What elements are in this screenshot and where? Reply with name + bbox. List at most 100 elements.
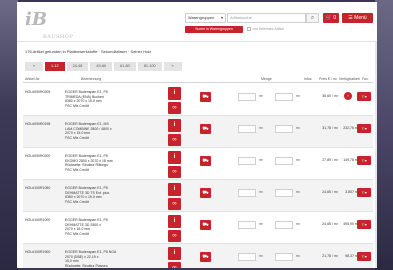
add-to-cart-button[interactable]: ⛟ [200, 92, 211, 102]
table-row: HOL#090R0205 EGGER Bodenspan E1, P5 TRIM… [23, 84, 373, 116]
quantity-input[interactable] [238, 189, 256, 197]
price: 27,89 / m² [322, 158, 338, 162]
info-icon: i [173, 154, 176, 160]
add-to-cart-button[interactable]: ⛟ [200, 220, 211, 230]
area-unit: m² [296, 126, 301, 130]
article-number[interactable]: HOL#090R0198 [25, 122, 63, 126]
info-button[interactable]: i [168, 183, 181, 196]
bookmark-icon: ⚐▾ [361, 190, 367, 195]
available-only-checkbox[interactable]: nur lieferbare Artikel [247, 26, 307, 33]
link-button[interactable]: ∞ [168, 102, 181, 114]
link-button[interactable]: ∞ [168, 262, 181, 268]
description-line: EGGER Bodenspan E1, P5 DEHMATTE 3D 2800 … [65, 218, 108, 227]
results-info: 176 Artikel gefunden in Plattenwerkstoff… [25, 49, 152, 54]
favorite-button[interactable]: ⚐▾ [357, 156, 371, 165]
info-icon: i [173, 186, 176, 192]
quantity-input[interactable] [238, 93, 256, 101]
pager-page-4[interactable]: 61-80 [114, 62, 136, 71]
article-number[interactable]: HOL#100R1050 [25, 186, 63, 190]
add-to-cart-button[interactable]: ⛟ [200, 124, 211, 134]
info-button[interactable]: i [168, 247, 181, 260]
quantity-unit: m² [259, 254, 264, 258]
add-to-cart-button[interactable]: ⛟ [200, 156, 211, 166]
header: iB BAUSHOP Warengruppen ▾ Artikelsuche ⌕… [17, 2, 377, 42]
menu-button[interactable]: ☰ Menü [342, 13, 373, 23]
add-to-cart-button[interactable]: ⛟ [200, 188, 211, 198]
info-icon: i [173, 90, 176, 96]
description-line: EGGER Bodenspan E1, P5 EKOMO 2800 x 2070… [65, 154, 113, 163]
chevron-down-icon: ▾ [220, 15, 223, 20]
table-header: Artikel-Nr. Bezeichnung Menge Infos Prei… [23, 76, 373, 83]
header-quantity: Menge [261, 77, 272, 81]
add-to-cart-button[interactable]: ⛟ [200, 252, 211, 262]
area-input[interactable] [275, 157, 293, 165]
article-number[interactable]: HOL#090R0205 [25, 90, 63, 94]
cart-button[interactable]: 🛒 0 [323, 13, 339, 23]
favorite-button[interactable]: ⚐▾ [357, 220, 371, 229]
quantity-input[interactable] [238, 125, 256, 133]
shop-page: iB BAUSHOP Warengruppen ▾ Artikelsuche ⌕… [17, 2, 377, 268]
link-button[interactable]: ∞ [168, 166, 181, 178]
area-input[interactable] [275, 189, 293, 197]
area-input[interactable] [275, 253, 293, 261]
area-input[interactable] [275, 93, 293, 101]
info-button[interactable]: i [168, 151, 181, 164]
search-category-select[interactable]: Warengruppen ▾ [185, 13, 226, 23]
price: 31,78 / m² [322, 126, 338, 130]
info-button[interactable]: i [168, 87, 181, 100]
price: 36,60 / m² [322, 94, 338, 98]
quantity-unit: m² [259, 126, 264, 130]
bookmark-icon: ⚐▾ [361, 158, 367, 163]
favorite-button[interactable]: ⚐▾ [357, 252, 371, 261]
link-button[interactable]: ∞ [168, 230, 181, 242]
link-icon: ∞ [172, 169, 177, 175]
description-line: FSC Mix Credit [65, 135, 89, 140]
price: 21,78 / m² [322, 254, 338, 258]
link-icon: ∞ [172, 233, 177, 239]
quantity-input[interactable] [238, 221, 256, 229]
area-input[interactable] [275, 221, 293, 229]
cart-icon: ⛟ [202, 126, 209, 132]
pager-page-2[interactable]: 24-48 [66, 62, 89, 71]
table-row: HOL#100R1900 EGGER Bodenspan E1, P5 NGA … [23, 244, 373, 268]
info-icon: i [173, 218, 176, 224]
bookmark-icon: ⚐▾ [361, 254, 367, 259]
header-price: Preis € / m² [319, 77, 337, 81]
article-number[interactable]: HOL#100R1900 [25, 250, 63, 254]
checkbox-label: nur lieferbare Artikel [253, 27, 285, 31]
area-input[interactable] [275, 125, 293, 133]
header-article: Artikel-Nr. [25, 77, 41, 81]
pager-page-3[interactable]: 49-60 [90, 62, 113, 71]
quantity-input[interactable] [238, 253, 256, 261]
search-button[interactable]: ⌕ [306, 13, 319, 23]
favorite-button[interactable]: ⚐▾ [357, 92, 371, 101]
search-in-groups-button[interactable]: Suche in Warengruppen [185, 26, 243, 33]
article-number[interactable]: HOL#090R0200 [25, 154, 63, 158]
alert-badge[interactable]: ! [344, 92, 352, 100]
link-button[interactable]: ∞ [168, 134, 181, 146]
table-row: HOL#090R0198 EGGER Bodenspan E1, MS LAM.… [23, 116, 373, 148]
favorite-button[interactable]: ⚐▾ [357, 124, 371, 133]
scrollbar[interactable] [375, 42, 377, 268]
favorite-button[interactable]: ⚐▾ [357, 188, 371, 197]
search-input[interactable]: Artikelsuche [227, 13, 306, 23]
header-favorite: Fav. [362, 77, 369, 81]
background-left [0, 0, 18, 270]
link-icon: ∞ [172, 201, 177, 207]
pager-prev[interactable]: « [25, 62, 43, 71]
pager-next[interactable]: » [163, 62, 182, 71]
quantity-input[interactable] [238, 157, 256, 165]
description-line: FSC Mix Credit [65, 199, 89, 204]
table-row: HOL#100R1000 EGGER Bodenspan E1, P5 DEHM… [23, 212, 373, 244]
info-button[interactable]: i [168, 119, 181, 132]
pager-page-5[interactable]: 81-100 [137, 62, 162, 71]
header-availability: Verfügbarkeit [339, 77, 360, 81]
cart-icon: ⛟ [202, 254, 209, 260]
checkbox-box[interactable] [247, 27, 251, 32]
pager-page-1[interactable]: 1-12 [45, 62, 65, 71]
description-line: EGGER Bodenspan E1, P5 NGA 2070 (DBE) x … [65, 250, 117, 259]
link-button[interactable]: ∞ [168, 198, 181, 210]
article-number[interactable]: HOL#100R1000 [25, 218, 63, 222]
logo[interactable]: iB BAUSHOP [25, 6, 95, 40]
info-button[interactable]: i [168, 215, 181, 228]
